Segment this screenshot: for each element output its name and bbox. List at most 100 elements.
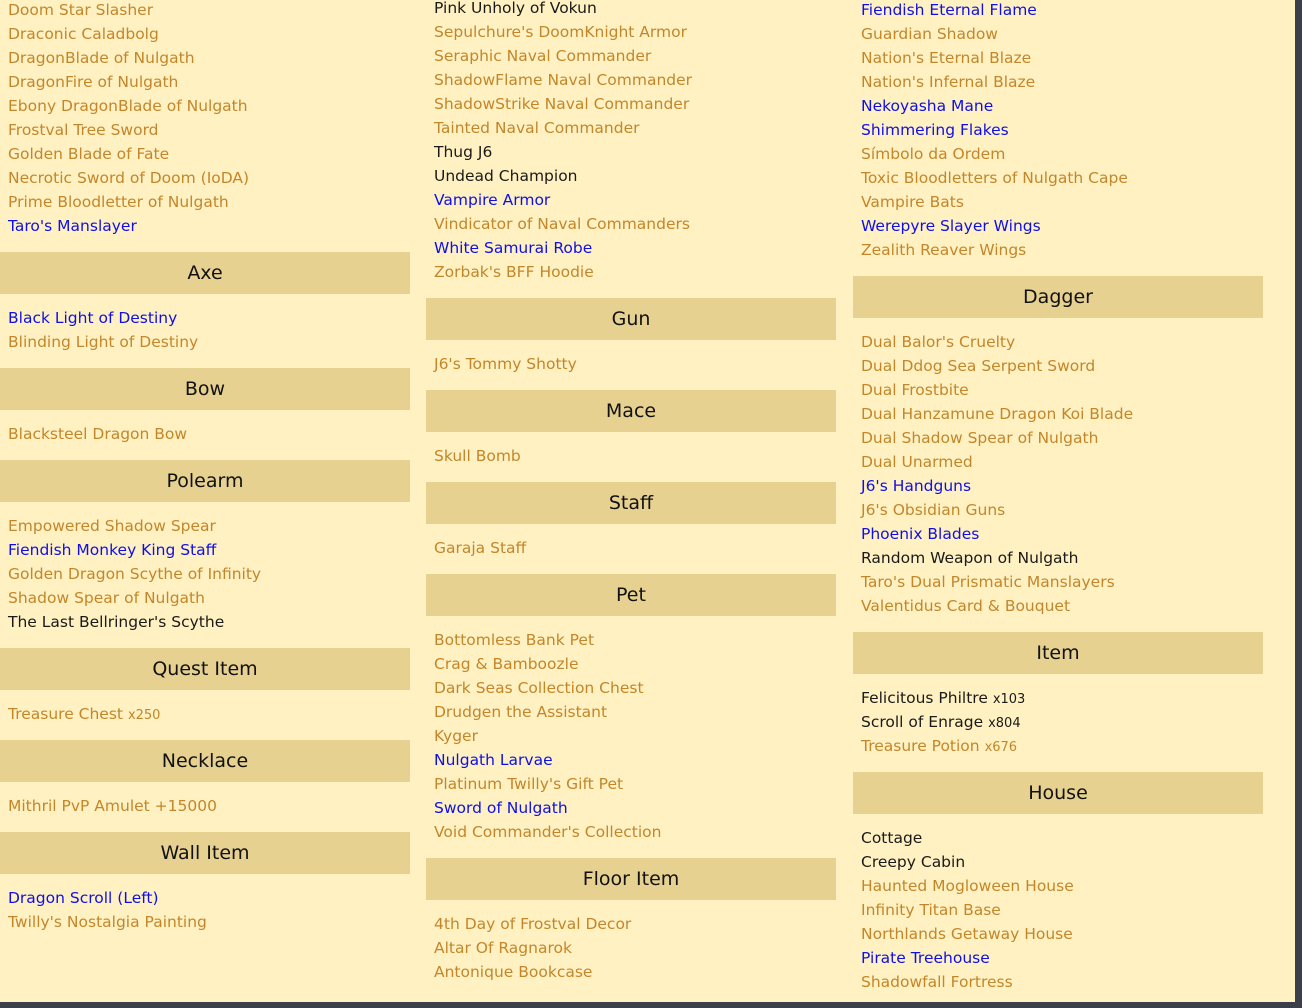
item-link[interactable]: Doom Star Slasher <box>8 1 153 19</box>
item-link[interactable]: Haunted Mogloween House <box>861 877 1074 895</box>
item-link[interactable]: J6's Handguns <box>861 477 971 495</box>
item-link[interactable]: Blinding Light of Destiny <box>8 333 198 351</box>
item-link[interactable]: Thug J6 <box>434 143 492 161</box>
item-link[interactable]: Bottomless Bank Pet <box>434 631 594 649</box>
item-link[interactable]: ShadowStrike Naval Commander <box>434 95 689 113</box>
item-link[interactable]: Zorbak's BFF Hoodie <box>434 263 594 281</box>
item-link[interactable]: Prime Bloodletter of Nulgath <box>8 193 229 211</box>
item-link[interactable]: Black Light of Destiny <box>8 309 177 327</box>
item-link[interactable]: Taro's Manslayer <box>8 217 137 235</box>
item-link[interactable]: Northlands Getaway House <box>861 925 1073 943</box>
item-link[interactable]: Random Weapon of Nulgath <box>861 549 1078 567</box>
section-bow: Bow Blacksteel Dragon Bow <box>0 368 410 446</box>
item-link[interactable]: Seraphic Naval Commander <box>434 47 651 65</box>
item-link[interactable]: Shadow Spear of Nulgath <box>8 589 205 607</box>
item-link[interactable]: Felicitous Philtre <box>861 689 988 707</box>
item-link[interactable]: Dual Balor's Cruelty <box>861 333 1015 351</box>
item-link[interactable]: Blacksteel Dragon Bow <box>8 425 187 443</box>
item-link[interactable]: Fiendish Eternal Flame <box>861 1 1037 19</box>
item-link[interactable]: Twilly's Nostalgia Painting <box>8 913 207 931</box>
item-link[interactable]: Skull Bomb <box>434 447 521 465</box>
item-row: Fiendish Eternal Flame <box>861 0 1263 22</box>
item-link[interactable]: Guardian Shadow <box>861 25 998 43</box>
item-link[interactable]: Altar Of Ragnarok <box>434 939 572 957</box>
item-link[interactable]: Toxic Bloodletters of Nulgath Cape <box>861 169 1128 187</box>
item-link[interactable]: Nation's Infernal Blaze <box>861 73 1035 91</box>
item-link[interactable]: Platinum Twilly's Gift Pet <box>434 775 623 793</box>
item-link[interactable]: Shimmering Flakes <box>861 121 1009 139</box>
item-row: The Last Bellringer's Scythe <box>8 610 410 634</box>
item-row: Cottage <box>861 826 1263 850</box>
item-link[interactable]: Tainted Naval Commander <box>434 119 639 137</box>
item-link[interactable]: Ebony DragonBlade of Nulgath <box>8 97 248 115</box>
item-row: Northlands Getaway House <box>861 922 1263 946</box>
item-link[interactable]: Cottage <box>861 829 922 847</box>
item-link[interactable]: Vampire Bats <box>861 193 964 211</box>
item-row: Vindicator of Naval Commanders <box>434 212 836 236</box>
item-link[interactable]: Fiendish Monkey King Staff <box>8 541 216 559</box>
item-link[interactable]: Undead Champion <box>434 167 578 185</box>
item-link[interactable]: Zealith Reaver Wings <box>861 241 1026 259</box>
item-link[interactable]: Void Commander's Collection <box>434 823 661 841</box>
item-row: Toxic Bloodletters of Nulgath Cape <box>861 166 1263 190</box>
item-link[interactable]: Taro's Dual Prismatic Manslayers <box>861 573 1115 591</box>
item-link[interactable]: Pink Unholy of Vokun <box>434 0 597 17</box>
item-link[interactable]: Kyger <box>434 727 478 745</box>
item-link[interactable]: Dark Seas Collection Chest <box>434 679 644 697</box>
item-link[interactable]: Golden Dragon Scythe of Infinity <box>8 565 261 583</box>
item-link[interactable]: Mithril PvP Amulet +15000 <box>8 797 217 815</box>
item-link[interactable]: Nulgath Larvae <box>434 751 553 769</box>
item-link[interactable]: Scroll of Enrage <box>861 713 983 731</box>
item-link[interactable]: Crag & Bamboozle <box>434 655 579 673</box>
item-link[interactable]: J6's Obsidian Guns <box>861 501 1005 519</box>
item-link[interactable]: Golden Blade of Fate <box>8 145 169 163</box>
item-link[interactable]: Drudgen the Assistant <box>434 703 607 721</box>
section-continued: Fiendish Eternal Flame Guardian Shadow Nat… <box>853 0 1263 262</box>
item-link[interactable]: Nation's Eternal Blaze <box>861 49 1031 67</box>
item-row: Shadowfall Fortress <box>861 970 1263 994</box>
item-list: Skull Bomb <box>426 444 836 468</box>
item-link[interactable]: Dual Hanzamune Dragon Koi Blade <box>861 405 1133 423</box>
item-link[interactable]: Necrotic Sword of Doom (IoDA) <box>8 169 249 187</box>
item-link[interactable]: Phoenix Blades <box>861 525 979 543</box>
item-link[interactable]: Dragon Scroll (Left) <box>8 889 159 907</box>
item-link[interactable]: Shadowfall Fortress <box>861 973 1013 991</box>
item-link[interactable]: Símbolo da Ordem <box>861 145 1005 163</box>
item-link[interactable]: Treasure Chest <box>8 705 123 723</box>
item-link[interactable]: Infinity Titan Base <box>861 901 1001 919</box>
item-link[interactable]: 4th Day of Frostval Decor <box>434 915 631 933</box>
item-link[interactable]: Garaja Staff <box>434 539 526 557</box>
item-link[interactable]: White Samurai Robe <box>434 239 592 257</box>
item-link[interactable]: Frostval Tree Sword <box>8 121 159 139</box>
item-link[interactable]: Empowered Shadow Spear <box>8 517 216 535</box>
item-link[interactable]: J6's Tommy Shotty <box>434 355 577 373</box>
item-row: DragonBlade of Nulgath <box>8 46 410 70</box>
item-link[interactable]: Antonique Bookcase <box>434 963 592 981</box>
item-link[interactable]: Dual Ddog Sea Serpent Sword <box>861 357 1095 375</box>
item-link[interactable]: Dual Frostbite <box>861 381 969 399</box>
item-link[interactable]: Vampire Armor <box>434 191 550 209</box>
item-row: Garaja Staff <box>434 536 836 560</box>
item-link[interactable]: Treasure Potion <box>861 737 980 755</box>
section-pet: Pet Bottomless Bank Pet Crag & Bamboozle Da… <box>426 574 836 844</box>
item-link[interactable]: Werepyre Slayer Wings <box>861 217 1041 235</box>
section-polearm: Polearm Empowered Shadow Spear Fiendish Mo… <box>0 460 410 634</box>
section-header-pet: Pet <box>426 574 836 616</box>
item-link[interactable]: Pirate Treehouse <box>861 949 990 967</box>
item-link[interactable]: Dual Unarmed <box>861 453 973 471</box>
item-link[interactable]: Valentidus Card & Bouquet <box>861 597 1070 615</box>
item-link[interactable]: ShadowFlame Naval Commander <box>434 71 692 89</box>
item-link[interactable]: Sepulchure's DoomKnight Armor <box>434 23 687 41</box>
item-link[interactable]: The Last Bellringer's Scythe <box>8 613 224 631</box>
item-link[interactable]: DragonFire of Nulgath <box>8 73 178 91</box>
item-link[interactable]: Draconic Caladbolg <box>8 25 159 43</box>
item-link[interactable]: Sword of Nulgath <box>434 799 568 817</box>
item-link[interactable]: Nekoyasha Mane <box>861 97 993 115</box>
section-quest-item: Quest Item Treasure Chest x250 <box>0 648 410 726</box>
item-link[interactable]: Dual Shadow Spear of Nulgath <box>861 429 1098 447</box>
item-row: Taro's Dual Prismatic Manslayers <box>861 570 1263 594</box>
item-link[interactable]: Vindicator of Naval Commanders <box>434 215 690 233</box>
item-link[interactable]: DragonBlade of Nulgath <box>8 49 195 67</box>
section-header-item: Item <box>853 632 1263 674</box>
item-link[interactable]: Creepy Cabin <box>861 853 965 871</box>
